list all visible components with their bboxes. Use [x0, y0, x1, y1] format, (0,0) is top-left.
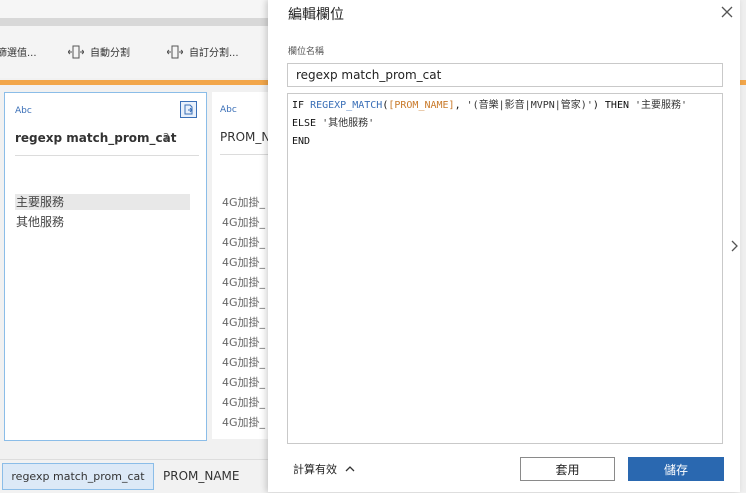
data-cell[interactable]: 4G加掛_: [222, 374, 265, 390]
data-cell[interactable]: 4G加掛_: [222, 314, 265, 330]
keyword-end: END: [292, 136, 311, 147]
keyword-if: IF: [292, 100, 311, 111]
profile-card-regexp[interactable]: Abc regexp match_prom_cat 2 主要服務 其他服務: [4, 92, 207, 441]
close-paren: ): [592, 100, 605, 111]
edit-field-dialog: 編輯欄位 欄位名稱 IF REGEXP_MATCH([PROM_NAME], '…: [268, 0, 740, 492]
save-button[interactable]: 儲存: [628, 457, 724, 481]
data-cell[interactable]: 4G加掛_: [222, 274, 265, 290]
data-cell[interactable]: 4G加掛_: [222, 394, 265, 410]
data-cell[interactable]: 4G加掛_: [222, 254, 265, 270]
data-type-label: Abc: [15, 106, 32, 116]
custom-split-label: 自訂分割...: [189, 48, 239, 59]
field-tab-regexp[interactable]: regexp match_prom_cat: [2, 463, 154, 490]
data-type-label: Abc: [220, 105, 237, 115]
close-icon[interactable]: [719, 4, 735, 20]
card-title: regexp match_prom_cat: [15, 131, 177, 145]
custom-split-icon: [167, 45, 183, 59]
data-cell[interactable]: 4G加掛_: [222, 334, 265, 350]
filter-values-label: 篩選值...: [0, 48, 37, 59]
field-tabs-bar: regexp match_prom_cat PROM_NAME: [0, 459, 268, 493]
card-divider: [15, 155, 199, 156]
dialog-title: 編輯欄位: [288, 7, 344, 23]
keyword-else: ELSE: [292, 118, 323, 129]
data-cell[interactable]: 4G加掛_: [222, 354, 265, 370]
data-cell[interactable]: 4G加掛_: [222, 234, 265, 250]
auto-split-label: 自動分割: [90, 48, 130, 59]
else-result: '其他服務': [322, 118, 375, 129]
filter-values-button[interactable]: 篩選值...: [0, 44, 37, 59]
orange-divider-right: [740, 80, 746, 85]
field-tab-prom-name[interactable]: PROM_NAME: [163, 463, 240, 490]
function-name: REGEXP_MATCH: [310, 100, 383, 111]
chevron-right-icon[interactable]: [729, 238, 739, 252]
card-title: PROM_NAME: [220, 130, 268, 144]
data-cell[interactable]: 4G加掛_: [222, 294, 265, 310]
regex-pattern: '(音樂|影音|MVPN|管家)': [466, 100, 593, 111]
chevron-up-icon: [345, 466, 355, 472]
value-row[interactable]: 其他服務: [15, 214, 190, 230]
profile-card-prom-name[interactable]: Abc PROM_NAME 4G加掛_ 4G加掛_ 4G加掛_ 4G加掛_ 4G…: [212, 92, 268, 439]
profile-toolbar: 篩選值... 自動分割 自訂分割...: [0, 26, 268, 78]
field-name-input[interactable]: [287, 63, 723, 87]
custom-split-button[interactable]: 自訂分割...: [167, 44, 239, 59]
data-cell[interactable]: 4G加掛_: [222, 194, 265, 210]
card-divider: [220, 154, 268, 155]
orange-divider: [0, 80, 268, 85]
value-row[interactable]: 主要服務: [15, 194, 190, 210]
keyword-then: THEN: [604, 100, 636, 111]
calculation-status[interactable]: 計算有效: [293, 461, 355, 477]
auto-split-button[interactable]: 自動分割: [68, 44, 130, 59]
data-cell[interactable]: 4G加掛_: [222, 414, 265, 430]
data-cell[interactable]: 4G加掛_: [222, 214, 265, 230]
apply-button[interactable]: 套用: [520, 457, 615, 481]
value-count: 2: [163, 132, 170, 143]
field-name-label: 欄位名稱: [288, 47, 325, 57]
duplicate-field-icon[interactable]: [180, 101, 197, 118]
scroll-strip[interactable]: [0, 18, 268, 26]
calculation-status-text: 計算有效: [293, 463, 337, 476]
field-reference: [PROM_NAME]: [388, 100, 455, 111]
then-result: '主要服務': [635, 100, 688, 111]
calculation-editor[interactable]: IF REGEXP_MATCH([PROM_NAME], '(音樂|影音|MVP…: [287, 93, 723, 444]
arg-separator: ,: [454, 100, 467, 111]
app-top-area: [0, 0, 268, 18]
auto-split-icon: [68, 45, 84, 59]
